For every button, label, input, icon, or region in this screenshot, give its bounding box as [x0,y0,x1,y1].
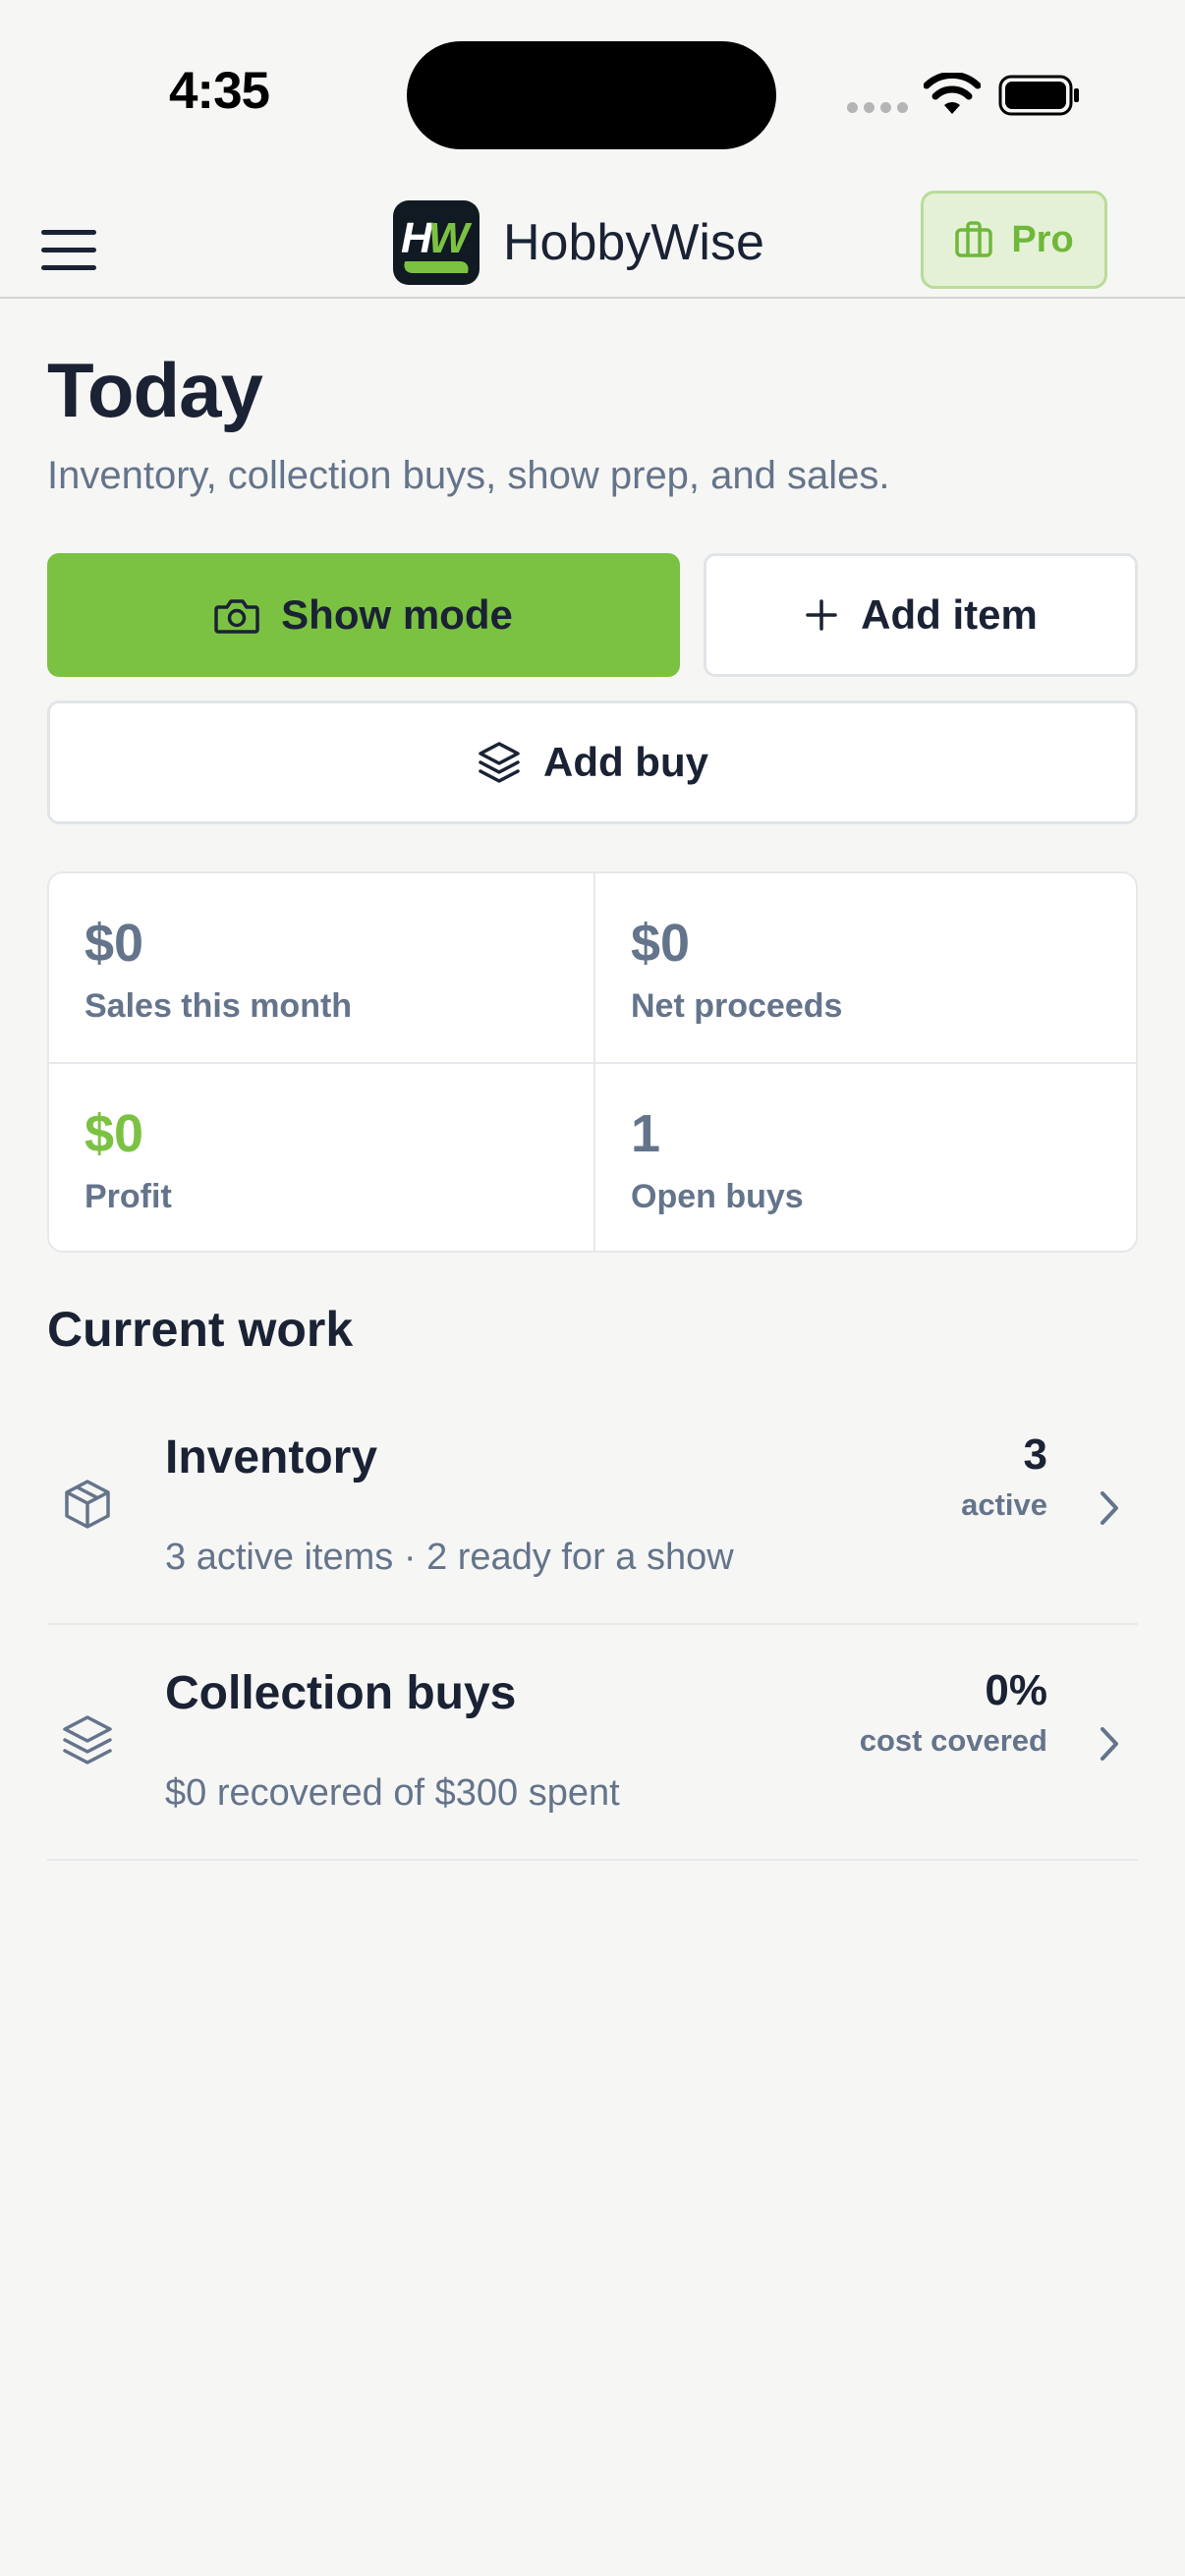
cellular-signal-icon [847,102,908,116]
brand: HW HobbyWise [393,198,764,287]
page-title: Today [47,347,263,433]
chevron-right-icon [1100,1727,1118,1761]
work-title: Inventory [165,1431,378,1484]
add-item-label: Add item [861,591,1038,638]
briefcase-icon [955,221,993,257]
status-bar: 4:35 [0,0,1185,187]
work-metric: 0% [985,1666,1047,1714]
box-icon [65,1480,110,1529]
page-subtitle: Inventory, collection buys, show prep, a… [47,454,890,497]
app-name: HobbyWise [503,214,764,271]
work-metric: 3 [1023,1430,1047,1479]
stat-profit: $0 Profit [49,1062,593,1251]
work-description: $0 recovered of $300 spent [165,1772,620,1814]
add-buy-label: Add buy [543,739,708,785]
current-work-heading: Current work [47,1302,354,1357]
stats-grid: $0 Sales this month $0 Net proceeds $0 P… [47,871,1138,1253]
stat-label: Net proceeds [631,987,843,1025]
battery-icon [998,75,1079,116]
stat-value: 1 [631,1104,661,1163]
stat-value: $0 [85,914,144,973]
stat-open-buys: 1 Open buys [593,1062,1136,1251]
stat-sales-this-month: $0 Sales this month [49,873,593,1062]
dynamic-island [407,41,776,149]
work-description: 3 active items · 2 ready for a show [165,1537,734,1578]
work-metric-label: cost covered [859,1723,1047,1758]
stat-label: Sales this month [85,987,353,1025]
inventory-row[interactable]: Inventory 3 active items · 2 ready for a… [47,1389,1138,1625]
work-metric-label: active [961,1487,1047,1522]
show-mode-label: Show mode [281,591,513,638]
app-logo: HW [393,200,480,285]
stat-net-proceeds: $0 Net proceeds [593,873,1136,1062]
layers-icon [63,1715,112,1764]
stat-label: Open buys [631,1178,804,1215]
collection-buys-row[interactable]: Collection buys $0 recovered of $300 spe… [47,1625,1138,1861]
pro-button[interactable]: Pro [921,191,1107,289]
layers-icon [479,742,520,783]
app-header: HW HobbyWise Pro [0,187,1185,299]
menu-button[interactable] [35,216,104,275]
pro-label: Pro [1011,218,1074,260]
plus-icon [806,599,837,631]
chevron-right-icon [1100,1491,1118,1525]
add-item-button[interactable]: Add item [704,553,1138,677]
app-screen: 4:35 HW HobbyWise Pro Today Inventory, c… [0,0,1185,2576]
show-mode-button[interactable]: Show mode [47,553,680,677]
work-title: Collection buys [165,1667,517,1719]
logo-text: HW [401,214,469,262]
stat-label: Profit [85,1178,172,1215]
add-buy-button[interactable]: Add buy [47,700,1138,824]
status-time: 4:35 [168,62,270,120]
hamburger-menu-icon [41,230,96,235]
wifi-icon [924,73,981,114]
stat-value: $0 [85,1104,144,1163]
camera-icon [214,599,259,634]
stat-value: $0 [631,914,691,973]
